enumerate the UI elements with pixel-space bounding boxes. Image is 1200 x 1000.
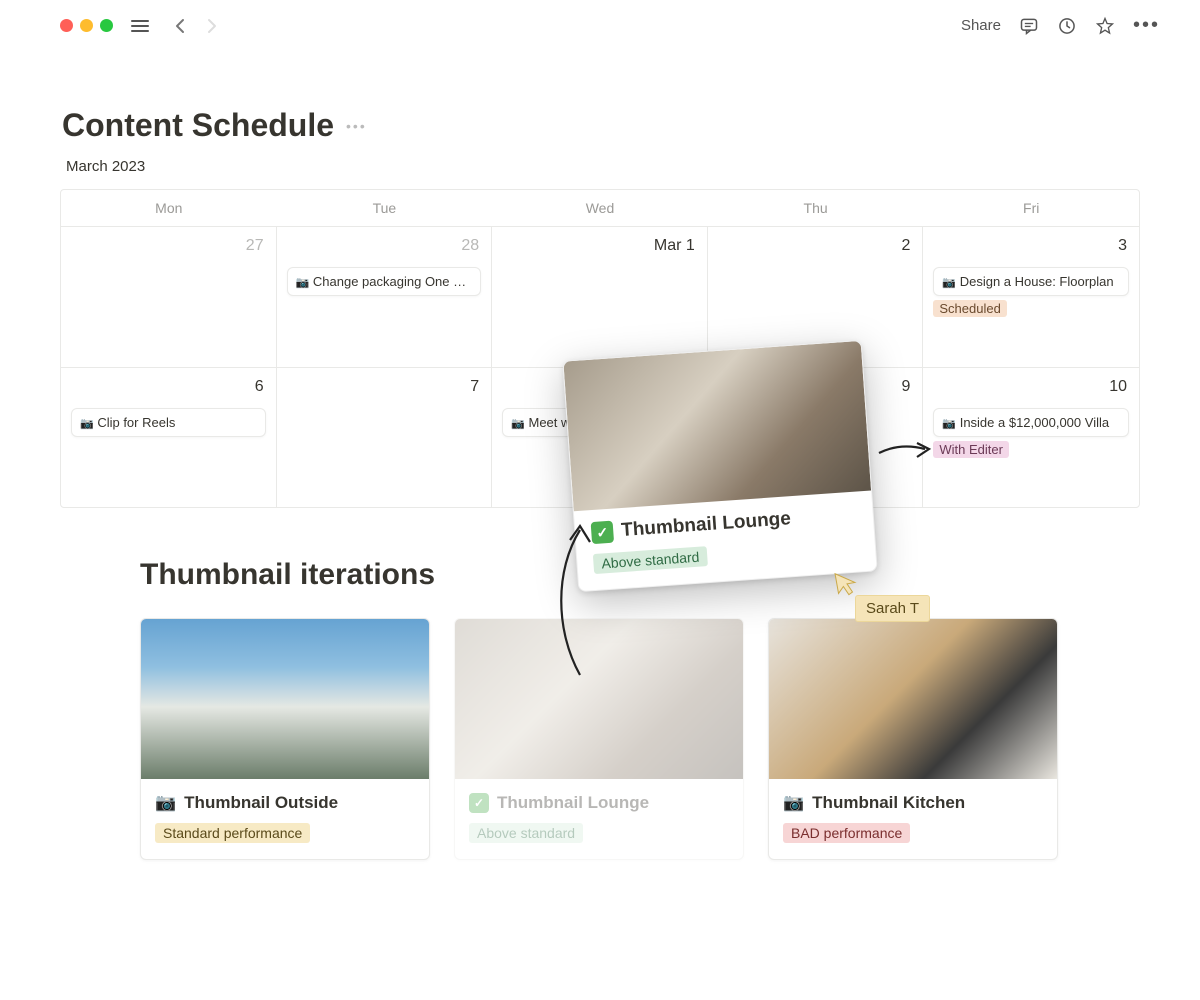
checkmark-icon: ✓ [591,521,614,544]
calendar-event-chip[interactable]: 📷 Design a House: Floorplan [933,267,1129,296]
thumbnail-cards-row: 📷 Thumbnail Outside Standard performance ✓… [140,618,1200,860]
thumbnail-image [769,619,1057,779]
thumbnail-status-tag: Standard performance [155,823,310,843]
floating-card-status: Above standard [593,546,708,574]
calendar-dayname: Mon [61,190,277,227]
calendar-event-chip[interactable]: 📷 Change packaging One … [287,267,482,296]
page-title-row: Content Schedule ••• [62,107,1200,144]
window-minimize-icon[interactable] [80,19,93,32]
page-title: Content Schedule [62,107,334,144]
calendar-daynames: MonTueWedThuFri [61,190,1139,227]
floating-drag-card[interactable]: ✓ Thumbnail Lounge Above standard [562,340,877,592]
calendar-cell[interactable]: 10 📷 Inside a $12,000,000 Villa With Edite… [923,367,1139,507]
page-title-more-icon[interactable]: ••• [346,118,367,134]
camera-icon: 📷 [942,277,956,289]
calendar-daynum: 7 [470,378,479,396]
calendar-dayname: Tue [277,190,493,227]
calendar-event-chip[interactable]: 📷 Clip for Reels [71,408,266,437]
floating-card-image [563,341,871,511]
calendar-cell[interactable]: Mar 1 [492,227,708,367]
event-status-tag: Scheduled [933,300,1006,317]
back-icon[interactable] [171,16,191,36]
calendar-daynum: 28 [461,237,479,255]
thumbnail-section: Thumbnail iterations 📷 Thumbnail Outside… [140,558,1200,860]
comments-icon[interactable] [1019,16,1039,36]
calendar-daynum: 10 [1109,378,1127,396]
camera-icon: 📷 [80,418,94,430]
sidebar-toggle-icon[interactable] [131,20,149,32]
calendar-daynum: Mar 1 [654,237,695,255]
thumbnail-title: 📷 Thumbnail Kitchen [783,793,1043,813]
forward-icon[interactable] [201,16,221,36]
calendar-month-label: March 2023 [66,158,1200,175]
topbar-left [60,16,221,36]
calendar-cell[interactable]: 3 📷 Design a House: Floorplan Scheduled [923,227,1139,367]
camera-icon: 📷 [511,418,525,430]
thumbnail-status-tag: Above standard [469,823,583,843]
calendar-cell[interactable]: 28 📷 Change packaging One … [277,227,493,367]
calendar-cell[interactable]: 6 📷 Clip for Reels [61,367,277,507]
event-status-tag: With Editer [933,441,1009,458]
calendar-event-chip[interactable]: 📷 Inside a $12,000,000 Villa [933,408,1129,437]
camera-icon: 📷 [942,418,956,430]
history-icon[interactable] [1057,16,1077,36]
calendar-daynum: 2 [901,237,910,255]
nav-arrows [171,16,221,36]
checkmark-icon: ✓ [469,793,489,813]
thumbnail-title: ✓ Thumbnail Lounge [469,793,729,813]
calendar-daynum: 9 [901,378,910,396]
calendar-dayname: Fri [923,190,1139,227]
thumbnail-image [455,619,743,779]
calendar-dayname: Wed [492,190,708,227]
calendar-daynum: 6 [255,378,264,396]
thumbnail-card[interactable]: ✓ Thumbnail Lounge Above standard [454,618,744,860]
window-traffic-lights[interactable] [60,19,113,32]
floating-card-title: ✓ Thumbnail Lounge [591,504,858,545]
favorite-star-icon[interactable] [1095,16,1115,36]
calendar-daynum: 3 [1118,237,1127,255]
more-icon[interactable]: ••• [1133,14,1160,37]
camera-icon: 📷 [155,793,176,813]
camera-icon: 📷 [296,277,310,289]
camera-icon: 📷 [783,793,804,813]
topbar-right: Share ••• [961,14,1160,37]
window-zoom-icon[interactable] [100,19,113,32]
calendar-dayname: Thu [708,190,924,227]
thumbnail-status-tag: BAD performance [783,823,910,843]
calendar-cell[interactable]: 27 [61,227,277,367]
topbar: Share ••• [0,0,1200,37]
window-close-icon[interactable] [60,19,73,32]
thumbnail-image [141,619,429,779]
collaborator-name-badge: Sarah T [855,595,930,622]
calendar-daynum: 27 [246,237,264,255]
share-button[interactable]: Share [961,17,1001,34]
calendar-cell[interactable]: 7 [277,367,493,507]
thumbnail-card[interactable]: 📷 Thumbnail Outside Standard performance [140,618,430,860]
thumbnail-card[interactable]: 📷 Thumbnail Kitchen BAD performance [768,618,1058,860]
thumbnail-title: 📷 Thumbnail Outside [155,793,415,813]
